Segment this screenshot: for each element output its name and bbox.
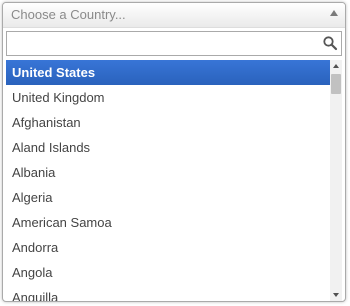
country-select-dropdown[interactable]: Choose a Country... United States United… xyxy=(2,2,346,302)
scroll-up-arrow-icon[interactable] xyxy=(333,64,339,68)
result-item[interactable]: Anguilla xyxy=(6,285,330,301)
result-item[interactable]: Aland Islands xyxy=(6,135,330,160)
country-select-toggle[interactable]: Choose a Country... xyxy=(3,3,345,28)
result-item[interactable]: Afghanistan xyxy=(6,110,330,135)
result-item[interactable]: Angola xyxy=(6,260,330,285)
search-icon xyxy=(323,36,338,51)
search-input[interactable] xyxy=(7,32,317,55)
results-scrollbar[interactable] xyxy=(330,60,342,301)
scroll-down-arrow-icon[interactable] xyxy=(333,293,339,297)
result-item[interactable]: Andorra xyxy=(6,235,330,260)
result-item[interactable]: United Kingdom xyxy=(6,85,330,110)
result-item[interactable]: American Samoa xyxy=(6,210,330,235)
scrollbar-thumb[interactable] xyxy=(331,74,341,94)
result-item[interactable]: Algeria xyxy=(6,185,330,210)
select-placeholder: Choose a Country... xyxy=(11,7,126,22)
chevron-up-icon[interactable] xyxy=(330,10,338,16)
result-item[interactable]: Albania xyxy=(6,160,330,185)
search-box[interactable] xyxy=(6,31,342,56)
results-list: United States United Kingdom Afghanistan… xyxy=(6,60,330,301)
results-panel[interactable]: United States United Kingdom Afghanistan… xyxy=(6,60,342,301)
result-item[interactable]: United States xyxy=(6,60,330,85)
